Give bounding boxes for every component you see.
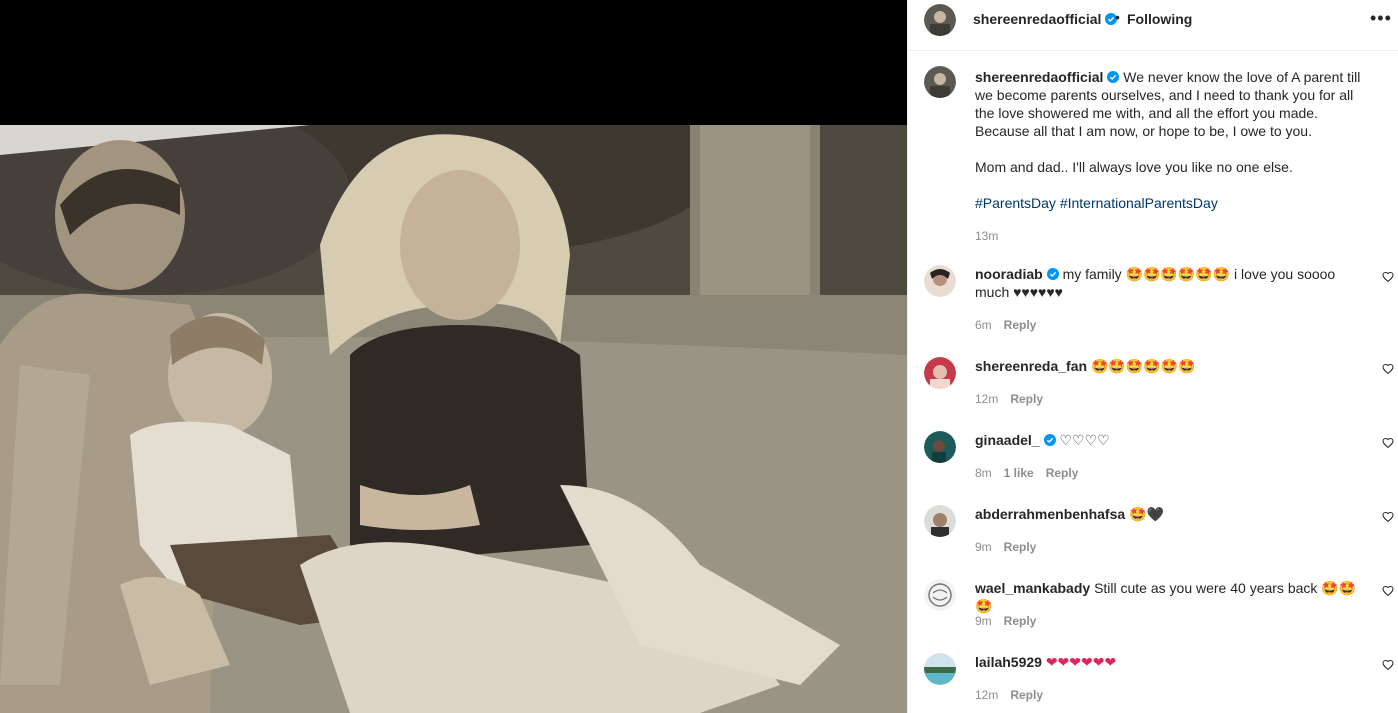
comment-username[interactable]: shereenreda_fan bbox=[975, 358, 1087, 374]
reply-button[interactable]: Reply bbox=[1010, 688, 1043, 702]
heart-outline-icon[interactable] bbox=[1382, 437, 1394, 449]
caption-line: Mom and dad.. I'll always love you like … bbox=[975, 159, 1293, 175]
comment-time[interactable]: 6m bbox=[975, 318, 992, 332]
avatar[interactable] bbox=[924, 505, 956, 537]
comment-time[interactable]: 9m bbox=[975, 540, 992, 554]
avatar[interactable] bbox=[924, 265, 956, 297]
comment-text: ♡♡♡♡ bbox=[1059, 432, 1110, 448]
post-side-panel: shereenredaofficial • Following ••• sher… bbox=[907, 0, 1398, 713]
heart-outline-icon[interactable] bbox=[1382, 363, 1394, 375]
heart-outline-icon[interactable] bbox=[1382, 585, 1394, 597]
hashtag-link[interactable]: #ParentsDay bbox=[975, 195, 1056, 211]
verified-badge-icon bbox=[1046, 268, 1059, 280]
comment-username[interactable]: abderrahmenbenhafsa bbox=[975, 506, 1125, 522]
more-options-icon[interactable]: ••• bbox=[1370, 8, 1392, 29]
caption-username[interactable]: shereenredaofficial bbox=[975, 69, 1103, 85]
comment-time[interactable]: 12m bbox=[975, 392, 998, 406]
comment-time[interactable]: 9m bbox=[975, 614, 992, 628]
verified-badge-icon bbox=[1043, 434, 1056, 446]
comment-text: ❤❤❤❤❤❤ bbox=[1045, 654, 1117, 670]
comment-time[interactable]: 8m bbox=[975, 466, 992, 480]
hashtag-link[interactable]: #InternationalParentsDay bbox=[1060, 195, 1218, 211]
comment-username[interactable]: lailah5929 bbox=[975, 654, 1042, 670]
avatar[interactable] bbox=[924, 653, 956, 685]
reply-button[interactable]: Reply bbox=[1004, 614, 1037, 628]
heart-outline-icon[interactable] bbox=[1382, 659, 1394, 671]
following-button[interactable]: Following bbox=[1127, 11, 1192, 27]
header-username[interactable]: shereenredaofficial bbox=[973, 11, 1118, 27]
comment-text: 🤩🤩🤩🤩🤩🤩 bbox=[1090, 358, 1196, 374]
comment-username[interactable]: ginaadel_ bbox=[975, 432, 1040, 448]
avatar[interactable] bbox=[924, 579, 956, 611]
post-photo bbox=[0, 125, 907, 713]
avatar[interactable] bbox=[924, 357, 956, 389]
heart-outline-icon[interactable] bbox=[1382, 271, 1394, 283]
avatar[interactable] bbox=[924, 431, 956, 463]
reply-button[interactable]: Reply bbox=[1004, 318, 1037, 332]
reply-button[interactable]: Reply bbox=[1046, 466, 1079, 480]
avatar[interactable] bbox=[924, 66, 956, 98]
post-media[interactable] bbox=[0, 0, 907, 713]
heart-outline-icon[interactable] bbox=[1382, 511, 1394, 523]
reply-button[interactable]: Reply bbox=[1004, 540, 1037, 554]
comment-username[interactable]: nooradiab bbox=[975, 266, 1043, 282]
verified-badge-icon bbox=[1107, 71, 1120, 83]
reply-button[interactable]: Reply bbox=[1010, 392, 1043, 406]
post-header: shereenredaofficial • Following ••• bbox=[908, 0, 1398, 51]
comment-time[interactable]: 12m bbox=[975, 688, 998, 702]
post-timestamp[interactable]: 13m bbox=[975, 229, 998, 243]
separator-dot: • bbox=[1115, 9, 1120, 25]
avatar[interactable] bbox=[924, 4, 956, 36]
comment-like-count[interactable]: 1 like bbox=[1004, 466, 1034, 480]
comment-text: 🤩🖤 bbox=[1129, 506, 1164, 522]
comment-username[interactable]: wael_mankabady bbox=[975, 580, 1090, 596]
